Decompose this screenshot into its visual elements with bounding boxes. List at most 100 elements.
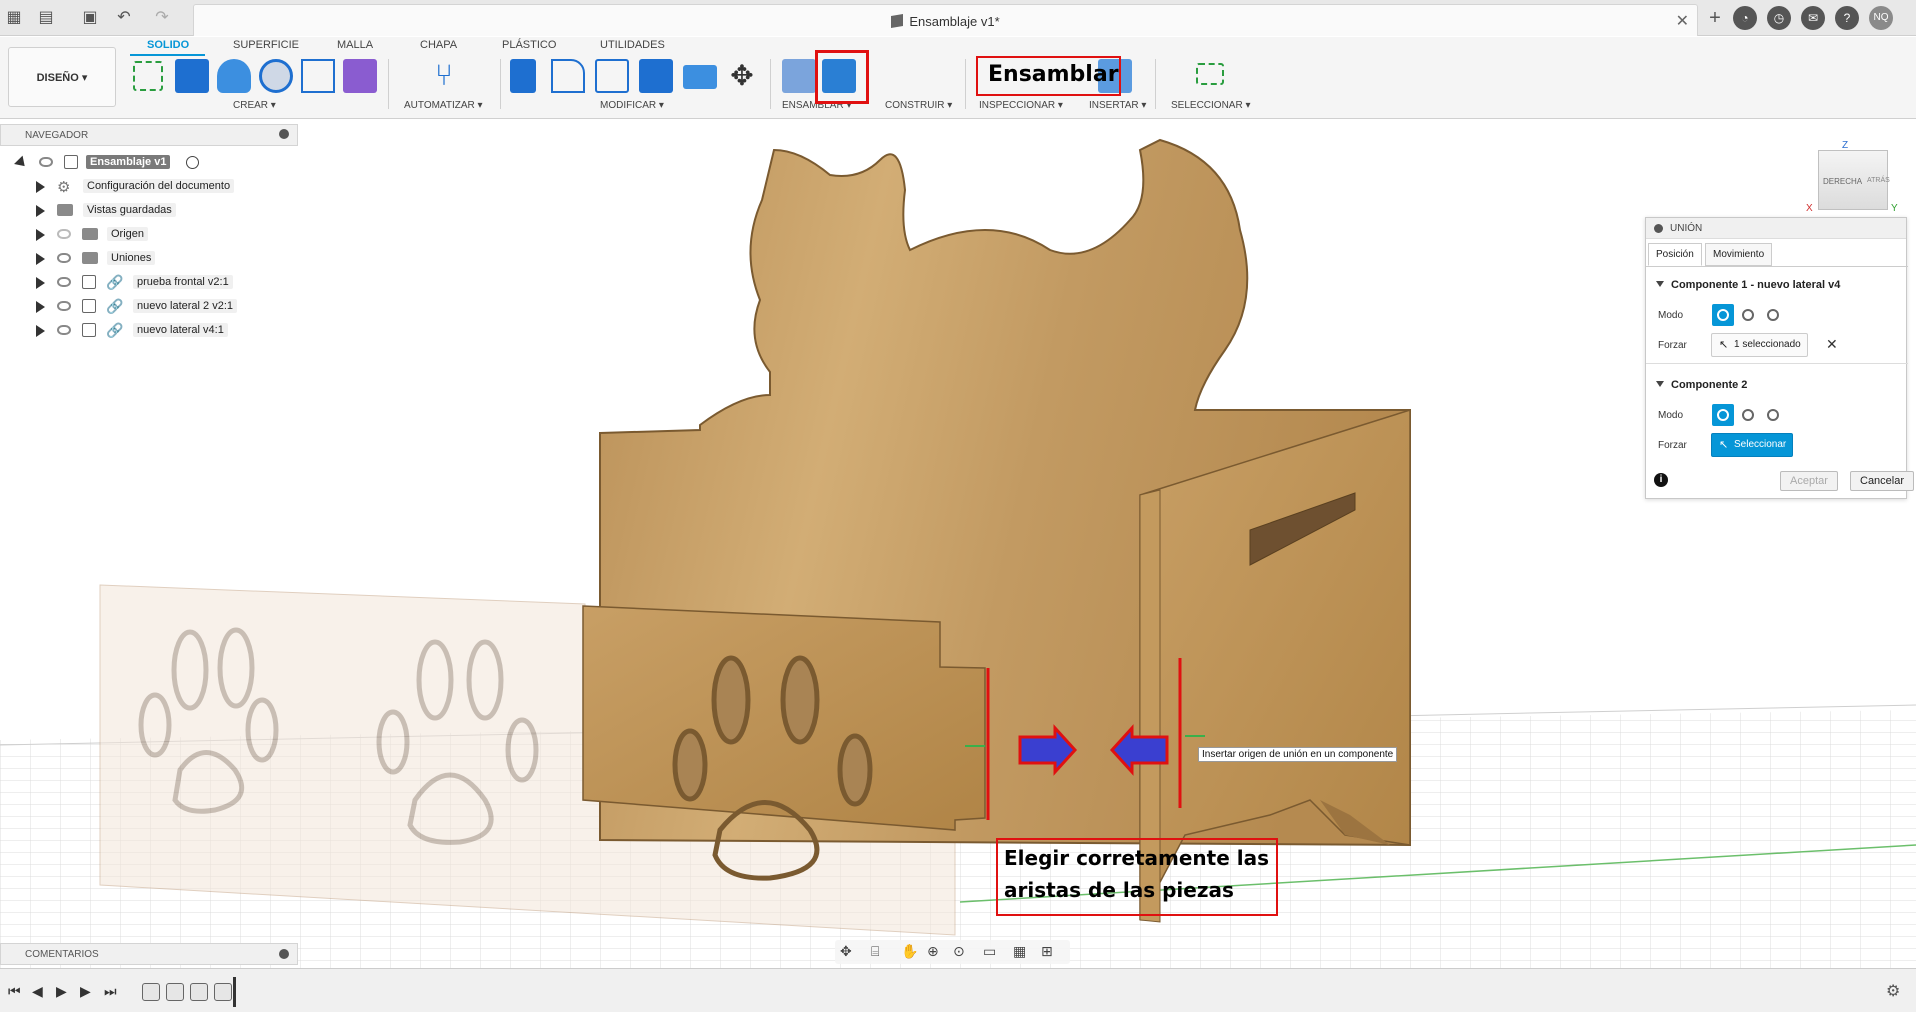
previous-step-icon[interactable]: ◀ [32, 983, 43, 1000]
clear-selection-icon[interactable]: ✕ [1826, 336, 1838, 353]
hole-icon[interactable] [259, 59, 293, 93]
group-construir[interactable]: CONSTRUIR ▾ [885, 100, 952, 111]
expand-icon[interactable] [36, 229, 45, 241]
revolve-icon[interactable] [217, 59, 251, 93]
timeline-joint-step[interactable] [166, 983, 184, 1001]
tab-plastico[interactable]: PLÁSTICO [502, 39, 556, 51]
extensions-icon[interactable]: ◔ [1733, 6, 1757, 30]
add-comment-icon[interactable] [279, 949, 289, 959]
tree-item[interactable]: 🔗 nuevo lateral v4:1 [0, 320, 298, 342]
visibility-eye-icon[interactable] [57, 325, 71, 335]
undo-icon[interactable]: ↶ [114, 8, 134, 28]
mode-between-button[interactable] [1737, 404, 1759, 426]
combine-icon[interactable] [683, 65, 717, 89]
component1-selection[interactable]: ↖ 1 seleccionado [1711, 333, 1808, 357]
visibility-eye-icon[interactable] [57, 301, 71, 311]
timeline-joint-step[interactable] [214, 983, 232, 1001]
tree-item[interactable]: ⚙ Configuración del documento [0, 176, 298, 198]
file-icon[interactable]: ▤ [36, 8, 56, 28]
last-step-icon[interactable]: ⏭ [104, 983, 117, 1000]
group-crear[interactable]: CREAR ▾ [233, 100, 276, 111]
activate-radio-icon[interactable] [186, 156, 199, 169]
cancel-button[interactable]: Cancelar [1850, 471, 1915, 491]
group-automatizar[interactable]: AUTOMATIZAR ▾ [404, 100, 483, 111]
automate-icon[interactable]: ⑂ [427, 59, 461, 93]
notifications-icon[interactable]: ✉ [1801, 6, 1825, 30]
redo-icon[interactable]: ↷ [152, 8, 172, 28]
info-icon[interactable]: i [1654, 473, 1668, 487]
group-seleccionar[interactable]: SELECCIONAR ▾ [1171, 100, 1250, 111]
expand-icon[interactable] [36, 181, 45, 193]
job-status-icon[interactable]: ◷ [1767, 6, 1791, 30]
component2-selection[interactable]: ↖ Seleccionar [1711, 433, 1794, 457]
mode-simple-button[interactable] [1712, 304, 1734, 326]
group-inspeccionar[interactable]: INSPECCIONAR ▾ [979, 100, 1063, 111]
tree-item[interactable]: 🔗 nuevo lateral 2 v2:1 [0, 296, 298, 318]
visibility-eye-icon[interactable] [57, 253, 71, 263]
tab-superficie[interactable]: SUPERFICIE [233, 39, 299, 51]
tree-root[interactable]: Ensamblaje v1 [0, 152, 298, 174]
first-step-icon[interactable]: ⏮ [8, 983, 21, 1000]
expand-icon[interactable] [36, 301, 45, 313]
form-icon[interactable] [343, 59, 377, 93]
tab-solido[interactable]: SOLIDO [147, 39, 189, 51]
3d-viewport[interactable] [0, 119, 1916, 968]
grid-settings-icon[interactable]: ▦ [1013, 943, 1026, 960]
timeline-joint-step[interactable] [142, 983, 160, 1001]
tab-utilidades[interactable]: UTILIDADES [600, 39, 665, 51]
fit-icon[interactable]: ⊙ [953, 943, 965, 960]
orbit-icon[interactable]: ✥ [840, 943, 852, 960]
new-component-icon[interactable] [782, 59, 816, 93]
display-settings-icon[interactable]: ▭ [983, 943, 996, 960]
component2-section-title[interactable]: Componente 2 [1656, 379, 1747, 391]
component1-section-title[interactable]: Componente 1 - nuevo lateral v4 [1656, 279, 1840, 291]
mode-between-button[interactable] [1737, 304, 1759, 326]
group-modificar[interactable]: MODIFICAR ▾ [600, 100, 664, 111]
shell-icon[interactable] [639, 59, 673, 93]
create-sketch-icon[interactable] [133, 61, 163, 91]
play-icon[interactable]: ▶ [56, 983, 67, 1000]
tree-item[interactable]: Origen [0, 224, 298, 246]
extrude-icon[interactable] [175, 59, 209, 93]
tab-motion[interactable]: Movimiento [1705, 243, 1773, 266]
pan-hand-icon[interactable]: ✋ [901, 943, 918, 960]
help-icon[interactable]: ? [1835, 6, 1859, 30]
tree-item[interactable]: 🔗 prueba frontal v2:1 [0, 272, 298, 294]
visibility-eye-icon[interactable] [57, 277, 71, 287]
new-tab-icon[interactable]: + [1705, 8, 1725, 28]
group-insertar[interactable]: INSERTAR ▾ [1089, 100, 1146, 111]
pattern-icon[interactable] [301, 59, 335, 93]
mode-hole-button[interactable] [1762, 404, 1784, 426]
tab-position[interactable]: Posición [1648, 243, 1702, 266]
browser-panel-header[interactable]: NAVEGADOR [0, 124, 298, 146]
mode-simple-button[interactable] [1712, 404, 1734, 426]
viewports-icon[interactable]: ⊞ [1041, 943, 1053, 960]
press-pull-icon[interactable] [510, 59, 536, 93]
tab-chapa[interactable]: CHAPA [420, 39, 457, 51]
fillet-icon[interactable] [551, 59, 585, 93]
close-tab-icon[interactable]: ✕ [1676, 11, 1689, 31]
select-window-icon[interactable] [1196, 63, 1224, 85]
document-tab[interactable]: Ensamblaje v1* ✕ [193, 4, 1698, 36]
timeline-joint-step[interactable] [190, 983, 208, 1001]
expand-icon[interactable] [36, 325, 45, 337]
user-avatar[interactable]: NQ [1869, 6, 1893, 30]
collapse-icon[interactable] [1654, 224, 1663, 233]
expand-icon[interactable] [36, 205, 45, 217]
tree-item[interactable]: Uniones [0, 248, 298, 270]
comments-panel[interactable]: COMENTARIOS [0, 943, 298, 965]
workspace-switcher-button[interactable]: DISEÑO ▾ [8, 47, 116, 107]
next-step-icon[interactable]: ▶ [80, 983, 91, 1000]
mode-hole-button[interactable] [1762, 304, 1784, 326]
tree-item[interactable]: Vistas guardadas [0, 200, 298, 222]
expand-icon[interactable] [36, 277, 45, 289]
tab-malla[interactable]: MALLA [337, 39, 373, 51]
expand-icon[interactable] [36, 253, 45, 265]
visibility-eye-icon[interactable] [57, 229, 71, 239]
look-at-icon[interactable]: ⌸ [871, 943, 879, 960]
collapse-icon[interactable] [279, 129, 289, 139]
apps-grid-icon[interactable]: ▦ [4, 8, 24, 28]
expand-icon[interactable] [14, 155, 29, 171]
view-cube[interactable]: DERECHA ATRÁS [1818, 150, 1890, 210]
visibility-eye-icon[interactable] [39, 157, 53, 167]
